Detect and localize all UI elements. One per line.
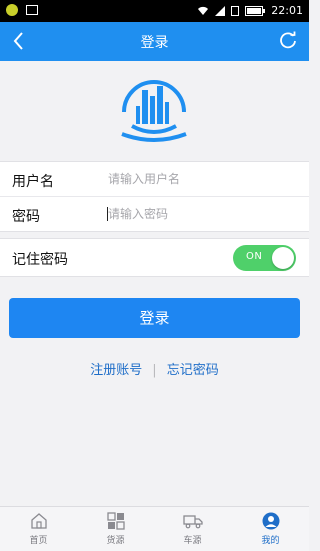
grid-icon xyxy=(106,512,125,530)
tab-mine[interactable]: 我的 xyxy=(232,511,309,546)
logo xyxy=(121,80,187,142)
status-bar: 22:01 xyxy=(0,0,309,22)
tab-goods[interactable]: 货源 xyxy=(77,511,154,546)
refresh-button[interactable] xyxy=(279,31,297,53)
signal-icon xyxy=(215,5,226,16)
remember-group: 记住密码 ON xyxy=(0,238,309,277)
nav-bar: 登录 xyxy=(0,22,309,61)
tab-home-label: 首页 xyxy=(29,536,48,546)
battery-icon xyxy=(245,5,266,16)
tab-home[interactable]: 首页 xyxy=(0,511,77,546)
auth-links: 注册账号 | 忘记密码 xyxy=(0,359,309,378)
tab-vehicles[interactable]: 车源 xyxy=(154,511,231,546)
refresh-icon xyxy=(280,31,296,49)
login-button[interactable]: 登录 xyxy=(9,298,300,338)
username-label: 用户名 xyxy=(12,174,54,190)
tab-vehicles-label: 车源 xyxy=(183,536,202,546)
status-time: 22:01 xyxy=(271,4,303,17)
sim-icon xyxy=(231,5,240,16)
user-icon xyxy=(262,512,279,530)
password-label: 密码 xyxy=(12,209,40,225)
username-input[interactable] xyxy=(108,172,288,186)
scan-icon xyxy=(26,5,38,15)
login-form: 用户名 密码 xyxy=(0,161,309,232)
remember-label: 记住密码 xyxy=(12,252,68,268)
tab-bar: 首页 货源 车源 我的 xyxy=(0,506,309,551)
tab-mine-label: 我的 xyxy=(261,536,280,546)
password-row: 密码 xyxy=(0,196,309,231)
register-link[interactable]: 注册账号 xyxy=(90,359,142,378)
remember-toggle[interactable]: ON xyxy=(233,245,296,271)
page-title: 登录 xyxy=(140,35,169,51)
tab-goods-label: 货源 xyxy=(106,536,125,546)
home-icon xyxy=(30,513,47,529)
username-row: 用户名 xyxy=(0,162,309,196)
toggle-state: ON xyxy=(246,251,263,262)
toggle-knob xyxy=(272,247,294,269)
remember-row: 记住密码 ON xyxy=(0,239,309,276)
app-notification-icon xyxy=(6,4,18,16)
password-input[interactable] xyxy=(108,207,288,221)
link-separator: | xyxy=(152,363,157,378)
wifi-icon xyxy=(198,6,209,15)
forgot-password-link[interactable]: 忘记密码 xyxy=(167,359,219,378)
truck-icon xyxy=(182,515,203,529)
